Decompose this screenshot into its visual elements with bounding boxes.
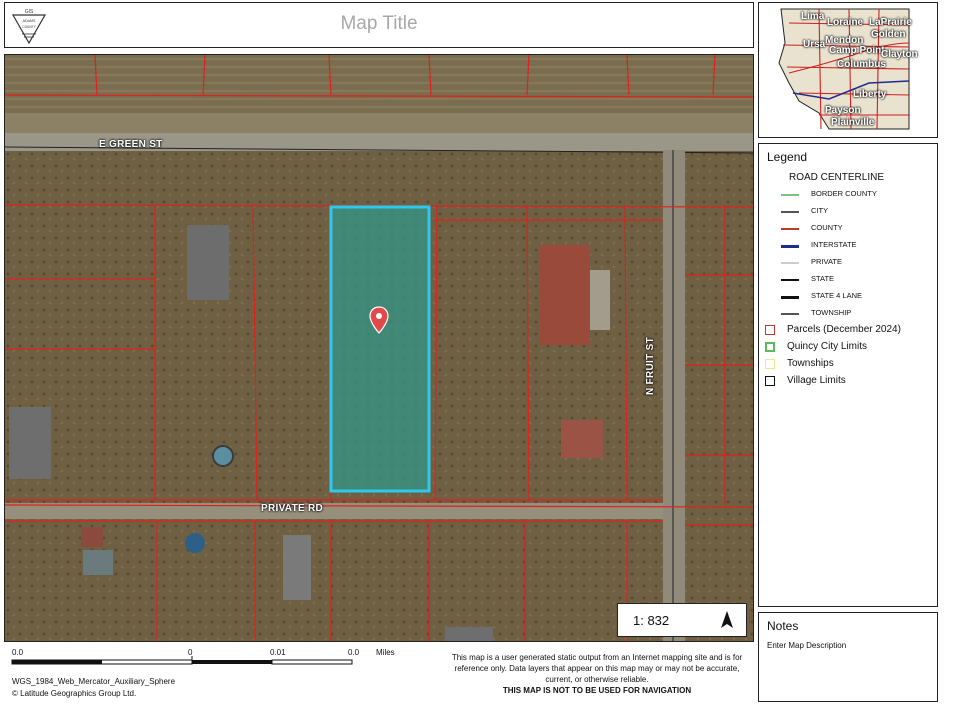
overview-place: Liberty <box>853 89 887 100</box>
street-label-private: PRIVATE RD <box>261 503 324 514</box>
legend-box-swatch <box>765 359 775 369</box>
map-view[interactable]: E GREEN ST PRIVATE RD N FRUIT ST 1: 832 <box>4 54 754 642</box>
legend-line-swatch <box>781 313 799 315</box>
notes-panel: Notes Enter Map Description <box>758 612 938 702</box>
overview-map[interactable]: Lima Loraine LaPrairie Ursa Golden Mendo… <box>758 2 938 138</box>
legend-line-swatch <box>781 228 799 230</box>
legend-box-swatch <box>765 376 775 386</box>
building-roof <box>283 535 311 600</box>
building-roof <box>83 550 113 575</box>
overview-place: Golden <box>871 29 906 40</box>
selected-parcel[interactable] <box>329 205 431 493</box>
pool <box>185 533 205 553</box>
legend-road-heading: ROAD CENTERLINE <box>789 172 885 183</box>
building-roof <box>187 225 229 300</box>
notes-title: Notes <box>767 619 799 633</box>
notes-text[interactable]: Enter Map Description <box>767 641 846 650</box>
overview-place: Camp Point <box>829 45 885 56</box>
overview-place: Payson <box>825 105 861 116</box>
scale-tick-mid: 0.01 <box>270 648 286 657</box>
legend-line-swatch <box>781 211 799 213</box>
scale-tick-right: 0.0 <box>348 648 360 657</box>
scale-unit: Miles <box>376 648 395 657</box>
map-footer: 0.0 0 0.01 0.0 Miles WGS_1984_Web_Mercat… <box>4 644 754 700</box>
navigation-warning: THIS MAP IS NOT TO BE USED FOR NAVIGATIO… <box>502 686 692 695</box>
legend-line-swatch <box>781 279 799 281</box>
copyright-text: © Latitude Geographics Group Ltd. <box>12 689 137 698</box>
overview-place: Plainville <box>831 117 875 128</box>
building-roof <box>445 627 493 641</box>
legend-line-swatch <box>781 245 799 248</box>
street-label-green: E GREEN ST <box>99 139 163 150</box>
pool <box>212 445 234 467</box>
legend-title: Legend <box>767 150 808 164</box>
scale-tick-left: 0.0 <box>12 648 24 657</box>
building-roof <box>540 245 590 345</box>
building-roof <box>561 420 603 458</box>
building-roof <box>590 270 610 330</box>
overview-place: LaPrairie <box>869 17 912 28</box>
legend-line-swatch <box>781 262 799 264</box>
legend-line-swatch <box>781 296 799 299</box>
street-label-fruit: N FRUIT ST <box>645 337 656 395</box>
scale-bar <box>11 656 353 665</box>
projection-text: WGS_1984_Web_Mercator_Auxiliary_Sphere <box>12 677 176 686</box>
building-roof <box>9 407 51 479</box>
overview-place: Clayton <box>881 49 918 60</box>
title-panel: GIS ADAMS COUNTY Map Title <box>4 2 754 48</box>
scale-ratio-box: 1: 832 <box>617 603 747 637</box>
overview-place: Ursa <box>803 39 826 50</box>
legend-line-swatch <box>781 194 799 196</box>
building-roof <box>81 527 103 547</box>
legend-box-swatch <box>765 342 775 352</box>
legend-box-swatch <box>765 325 775 335</box>
overview-place: Loraine <box>827 17 864 28</box>
overview-place: Columbus <box>837 59 886 70</box>
map-title[interactable]: Map Title <box>5 13 753 35</box>
overview-place: Lima <box>801 11 825 22</box>
disclaimer-text: This map is a user generated static outp… <box>451 653 743 684</box>
north-arrow-icon <box>717 610 737 630</box>
scale-ratio: 1: 832 <box>633 613 670 628</box>
legend-panel: Legend ROAD CENTERLINE BORDER COUNTY CIT… <box>758 143 938 607</box>
scale-tick-zero: 0 <box>188 648 193 657</box>
